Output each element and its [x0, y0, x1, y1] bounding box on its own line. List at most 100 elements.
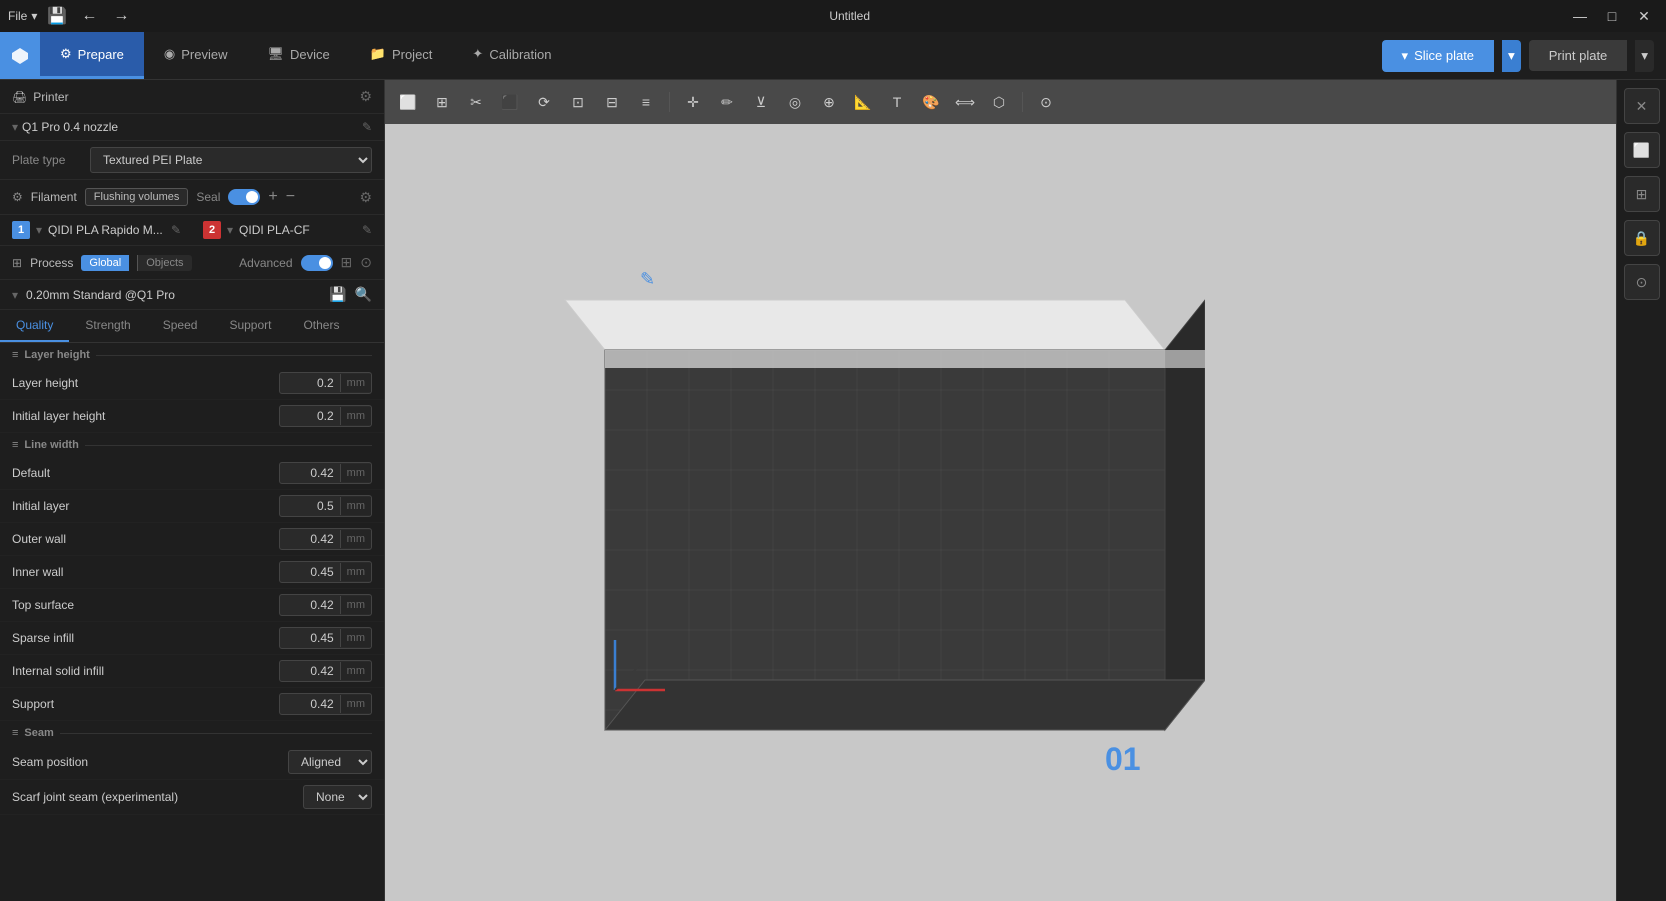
initial-layer-input-wrap: mm	[279, 495, 372, 517]
tab-project[interactable]: 📁 Project	[350, 32, 453, 79]
file-menu[interactable]: File ▾	[8, 9, 37, 23]
lock-button[interactable]: 🔒	[1624, 220, 1660, 256]
vp-sep-2	[1022, 92, 1023, 112]
tab-others[interactable]: Others	[287, 310, 355, 342]
slice-plate-dropdown[interactable]: ▾	[1502, 40, 1521, 72]
vp-cut-icon[interactable]: ✂	[461, 87, 491, 117]
default-line-width-input[interactable]	[280, 463, 340, 483]
initial-layer-label: Initial layer	[12, 499, 279, 513]
tab-prepare[interactable]: ⚙ Prepare	[40, 32, 144, 79]
initial-layer-height-unit: mm	[340, 407, 371, 425]
objects-btn[interactable]: Objects	[137, 255, 191, 271]
vp-measure-icon[interactable]: 📐	[848, 87, 878, 117]
process-table-icon[interactable]: ⊞	[341, 254, 353, 271]
sparse-infill-input[interactable]	[280, 628, 340, 648]
seam-section-header: ≡ Seam	[0, 721, 384, 745]
perspective-button[interactable]: ⬜	[1624, 132, 1660, 168]
close-view-button[interactable]: ✕	[1624, 88, 1660, 124]
add-filament-button[interactable]: +	[268, 188, 277, 206]
printer-section-header: 🖨 Printer ⚙	[0, 80, 384, 114]
initial-layer-width-row: Initial layer mm	[0, 490, 384, 523]
inner-wall-input[interactable]	[280, 562, 340, 582]
inner-wall-row: Inner wall mm	[0, 556, 384, 589]
maximize-button[interactable]: □	[1598, 6, 1626, 26]
vp-color-icon[interactable]: 🎨	[916, 87, 946, 117]
minimize-button[interactable]: —	[1566, 6, 1594, 26]
top-surface-input[interactable]	[280, 595, 340, 615]
profile-save-icon[interactable]: 💾	[329, 286, 346, 303]
sparse-infill-input-wrap: mm	[279, 627, 372, 649]
default-line-width-row: Default mm	[0, 457, 384, 490]
flushing-volumes-button[interactable]: Flushing volumes	[85, 188, 189, 206]
vp-scale-icon[interactable]: ⊡	[563, 87, 593, 117]
outer-wall-row: Outer wall mm	[0, 523, 384, 556]
seal-toggle[interactable]	[228, 189, 260, 205]
vp-seam-icon[interactable]: ◎	[780, 87, 810, 117]
app-logo	[0, 32, 40, 79]
3d-plate-svg: ✎	[485, 200, 1205, 800]
top-surface-label: Top surface	[12, 598, 279, 612]
vp-mirror-icon[interactable]: ⟺	[950, 87, 980, 117]
global-btn[interactable]: Global	[81, 255, 129, 271]
profile-search-icon[interactable]: 🔍	[355, 286, 372, 303]
sparse-infill-unit: mm	[340, 629, 371, 647]
sparse-infill-label: Sparse infill	[12, 631, 279, 645]
redo-button[interactable]: →	[109, 4, 133, 28]
vp-fdm-icon[interactable]: ⊕	[814, 87, 844, 117]
undo-button[interactable]: ←	[77, 4, 101, 28]
scarf-joint-select[interactable]: None Outer All	[303, 785, 372, 809]
seam-position-select[interactable]: Aligned Random Nearest	[288, 750, 372, 774]
internal-solid-infill-input[interactable]	[280, 661, 340, 681]
tab-support[interactable]: Support	[213, 310, 287, 342]
filament-1-edit-icon[interactable]: ✎	[171, 223, 181, 237]
vp-grid-icon[interactable]: ⊞	[427, 87, 457, 117]
tab-device[interactable]: 🖥 Device	[248, 32, 350, 79]
initial-layer-width-input[interactable]	[280, 496, 340, 516]
print-plate-dropdown[interactable]: ▾	[1635, 40, 1654, 72]
right-sidebar: ✕ ⬜ ⊞ 🔒 ⊙	[1616, 80, 1666, 901]
printer-gear-icon[interactable]: ⚙	[359, 88, 372, 105]
settings-view-button[interactable]: ⊙	[1624, 264, 1660, 300]
remove-filament-button[interactable]: −	[286, 188, 295, 206]
close-button[interactable]: ✕	[1630, 6, 1658, 26]
vp-text-icon[interactable]: T	[882, 87, 912, 117]
tab-speed[interactable]: Speed	[147, 310, 214, 342]
tab-calibration-label: Calibration	[489, 47, 551, 62]
printer-edit-icon[interactable]: ✎	[362, 120, 372, 134]
outer-wall-unit: mm	[340, 530, 371, 548]
tab-quality[interactable]: Quality	[0, 310, 69, 342]
vp-settings-icon[interactable]: ⊙	[1031, 87, 1061, 117]
vp-hollow-icon[interactable]: ⬡	[984, 87, 1014, 117]
slice-plate-button[interactable]: ▾ Slice plate	[1382, 40, 1495, 72]
line-width-section-icon: ≡	[12, 439, 18, 451]
vp-split-icon[interactable]: ⊟	[597, 87, 627, 117]
layer-height-input[interactable]	[280, 373, 340, 393]
support-input[interactable]	[280, 694, 340, 714]
tab-strength[interactable]: Strength	[69, 310, 146, 342]
initial-layer-height-input[interactable]	[280, 406, 340, 426]
vp-move-icon[interactable]: ✛	[678, 87, 708, 117]
filament-2-edit-icon[interactable]: ✎	[362, 223, 372, 237]
vp-arrange-icon[interactable]: ⬛	[495, 87, 525, 117]
tab-calibration[interactable]: ✦ Calibration	[452, 32, 571, 79]
vp-orient2-icon[interactable]: ⟳	[529, 87, 559, 117]
printer-name: Q1 Pro 0.4 nozzle	[22, 120, 362, 134]
outer-wall-input[interactable]	[280, 529, 340, 549]
filament-gear-icon[interactable]: ⚙	[359, 189, 372, 206]
vp-layer-icon[interactable]: ≡	[631, 87, 661, 117]
print-plate-button[interactable]: Print plate	[1529, 40, 1628, 71]
advanced-toggle[interactable]	[301, 255, 333, 271]
tab-preview[interactable]: ◉ Preview	[144, 32, 248, 79]
vp-paint-icon[interactable]: ✏	[712, 87, 742, 117]
process-settings-icon[interactable]: ⊙	[360, 254, 372, 271]
plate-type-select[interactable]: Textured PEI Plate	[90, 147, 372, 173]
vp-orient-icon[interactable]: ⬜	[393, 87, 423, 117]
3d-viewport[interactable]: ⬜ ⊞ ✂ ⬛ ⟳ ⊡ ⊟ ≡ ✛ ✏ ⊻ ◎ ⊕ 📐 T 🎨 ⟺ ⬡ ⊙ ✎	[385, 80, 1616, 901]
top-surface-input-wrap: mm	[279, 594, 372, 616]
profile-name: 0.20mm Standard @Q1 Pro	[26, 288, 321, 302]
thumbnail-button[interactable]: ⊞	[1624, 176, 1660, 212]
seam-section-label: Seam	[24, 727, 53, 739]
slice-btn-label: Slice plate	[1414, 48, 1474, 63]
save-button[interactable]: 💾	[45, 4, 69, 28]
vp-support-icon[interactable]: ⊻	[746, 87, 776, 117]
